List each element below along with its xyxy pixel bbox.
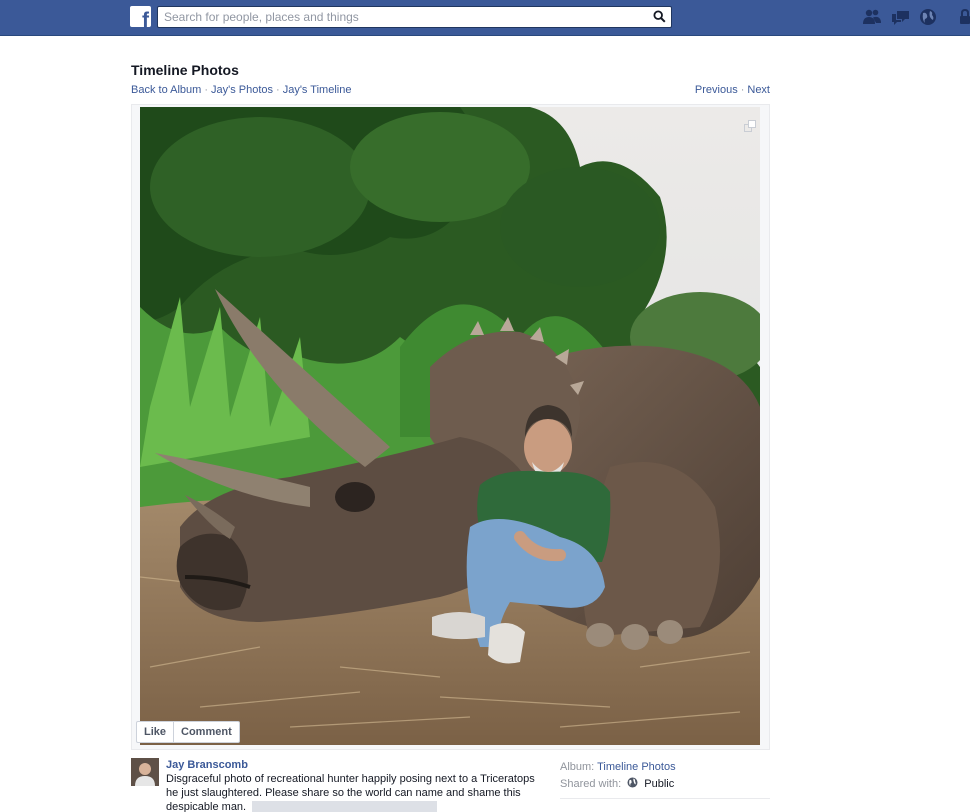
messages-icon[interactable] xyxy=(891,8,911,26)
main-photo[interactable] xyxy=(140,107,760,745)
previous-link[interactable]: Previous xyxy=(695,84,738,96)
jays-photos-link[interactable]: Jay's Photos xyxy=(211,84,273,96)
redacted-text xyxy=(252,801,438,812)
shared-with-label: Shared with: xyxy=(560,778,622,790)
globe-icon xyxy=(627,777,638,788)
search-icon[interactable] xyxy=(653,10,666,23)
notifications-globe-icon[interactable] xyxy=(919,8,939,26)
expand-icon[interactable] xyxy=(744,120,756,132)
post-author-name[interactable]: Jay Branscomb xyxy=(166,759,248,771)
divider xyxy=(560,798,770,799)
next-link[interactable]: Next xyxy=(747,84,770,96)
top-navigation-bar: f xyxy=(0,0,970,36)
breadcrumb: Back to Album · Jay's Photos · Jay's Timelin… xyxy=(131,84,352,96)
jays-timeline-link[interactable]: Jay's Timeline xyxy=(283,84,352,96)
avatar[interactable] xyxy=(131,758,159,786)
lock-icon[interactable] xyxy=(958,8,970,26)
post-caption: Disgraceful photo of recreational hunter… xyxy=(166,772,541,812)
facebook-logo-icon[interactable]: f xyxy=(130,6,151,27)
privacy-value[interactable]: Public xyxy=(644,778,674,790)
search-box xyxy=(157,6,672,28)
back-to-album-link[interactable]: Back to Album xyxy=(131,84,201,96)
photo-actions: Like Comment xyxy=(136,721,240,743)
like-button[interactable]: Like xyxy=(137,722,173,742)
photo-meta: Album: Timeline Photos Shared with: Publ… xyxy=(560,759,676,793)
search-input[interactable] xyxy=(158,7,648,27)
page-title: Timeline Photos xyxy=(131,62,239,78)
privacy-row: Shared with: Public xyxy=(560,776,676,793)
photo-pager: Previous · Next xyxy=(694,84,770,96)
album-row: Album: Timeline Photos xyxy=(560,759,676,776)
friend-requests-icon[interactable] xyxy=(862,8,882,26)
comment-button[interactable]: Comment xyxy=(173,722,239,742)
album-link[interactable]: Timeline Photos xyxy=(597,761,675,773)
album-label: Album: xyxy=(560,761,595,773)
